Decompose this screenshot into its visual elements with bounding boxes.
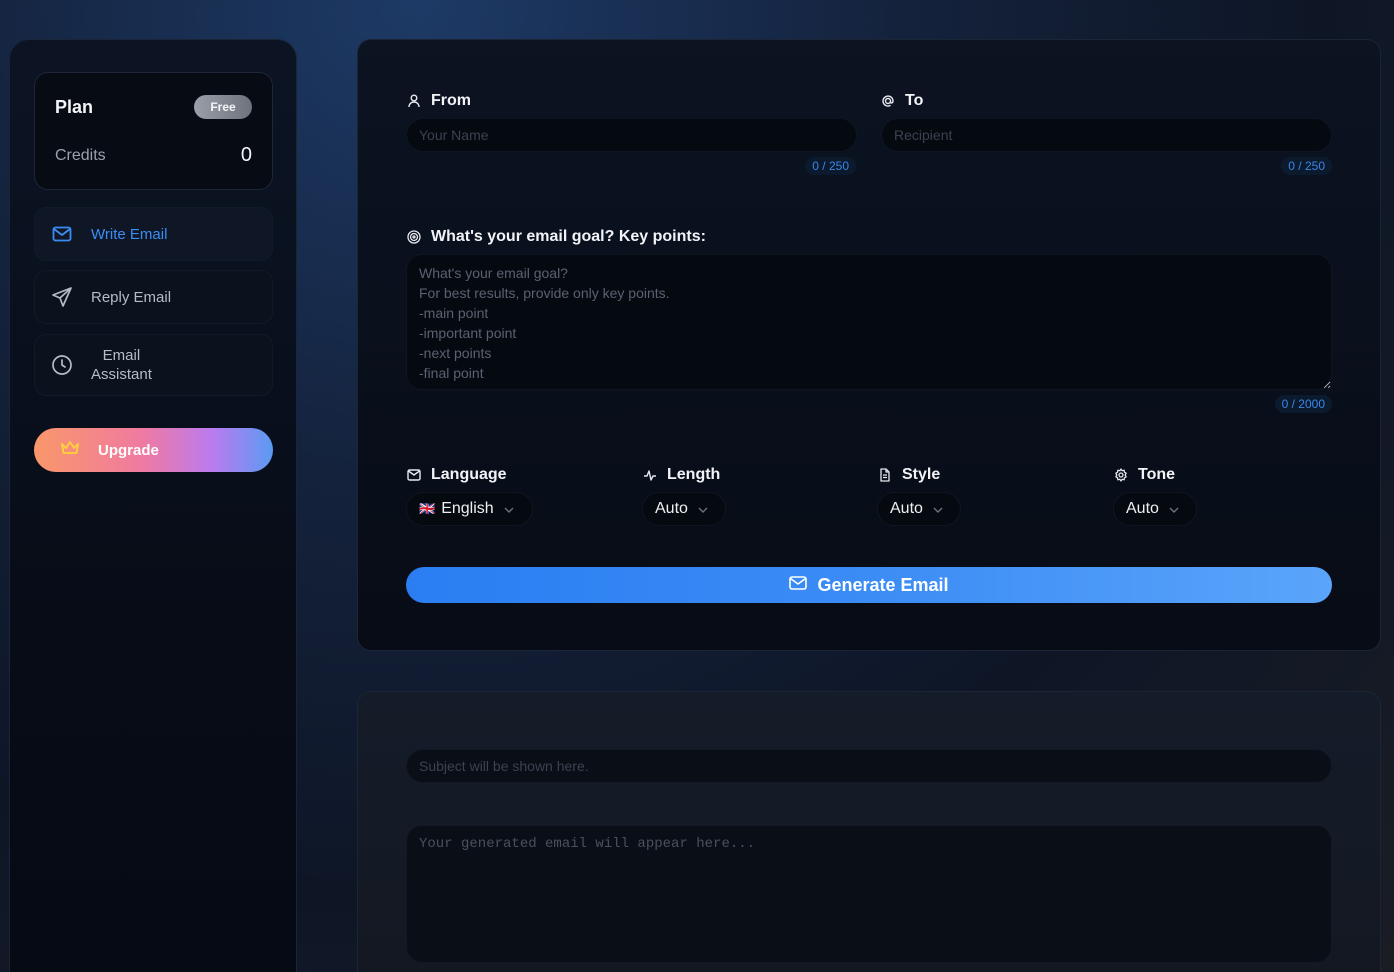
mail-icon — [51, 223, 73, 245]
plan-card: Plan Free Credits 0 — [34, 72, 273, 190]
at-icon — [881, 94, 895, 108]
style-label: Style — [878, 466, 940, 484]
length-label: Length — [643, 466, 720, 484]
sidebar-item-label: Write Email — [91, 225, 168, 243]
pulse-icon — [643, 468, 657, 482]
crown-icon — [60, 440, 80, 461]
sidebar-item-reply-email[interactable]: Reply Email — [34, 270, 273, 324]
chevron-down-icon — [1169, 500, 1179, 518]
to-input[interactable] — [881, 118, 1332, 152]
goal-counter: 0 / 2000 — [1274, 395, 1332, 413]
from-input[interactable] — [406, 118, 857, 152]
from-label: From — [407, 92, 471, 110]
compose-panel: From 0 / 250 To 0 / 250 What's your emai… — [357, 39, 1381, 651]
credits-value: 0 — [240, 144, 252, 166]
sidebar-item-label: Email Assistant — [91, 347, 152, 383]
from-counter: 0 / 250 — [805, 157, 856, 175]
plan-badge: Free — [194, 95, 252, 119]
style-select[interactable]: Auto — [877, 492, 961, 526]
clock-icon — [51, 354, 73, 376]
tone-label: Tone — [1114, 466, 1175, 484]
mail-icon — [789, 575, 808, 595]
target-icon — [407, 230, 421, 244]
sidebar: Plan Free Credits 0 Write Email Reply Em… — [9, 39, 297, 972]
tone-select[interactable]: Auto — [1113, 492, 1197, 526]
language-label: Language — [407, 466, 507, 484]
sidebar-item-email-assistant[interactable]: Email Assistant — [34, 334, 273, 396]
send-icon — [51, 286, 73, 308]
chevron-down-icon — [933, 500, 943, 518]
plan-title: Plan — [55, 97, 94, 117]
uk-flag-icon: 🇬🇧 — [419, 501, 436, 516]
document-icon — [878, 468, 892, 482]
chevron-down-icon — [698, 500, 708, 518]
length-select[interactable]: Auto — [642, 492, 726, 526]
upgrade-label: Upgrade — [98, 441, 159, 459]
gear-icon — [1114, 468, 1128, 482]
chevron-down-icon — [504, 500, 514, 518]
mail-icon — [407, 468, 421, 482]
user-icon — [407, 94, 421, 108]
goal-textarea[interactable] — [406, 254, 1332, 390]
to-counter: 0 / 250 — [1281, 157, 1332, 175]
language-select[interactable]: 🇬🇧 English — [406, 492, 533, 526]
credits-label: Credits — [55, 147, 106, 164]
sidebar-item-write-email[interactable]: Write Email — [34, 207, 273, 261]
upgrade-button[interactable]: Upgrade — [34, 428, 273, 472]
to-label: To — [881, 92, 923, 110]
goal-label: What's your email goal? Key points: — [407, 228, 706, 246]
subject-output[interactable] — [406, 749, 1332, 783]
generate-email-label: Generate Email — [817, 574, 949, 595]
output-panel — [357, 691, 1381, 972]
sidebar-item-label: Reply Email — [91, 288, 172, 306]
email-body-output[interactable] — [406, 825, 1332, 963]
generate-email-button[interactable]: Generate Email — [406, 567, 1332, 603]
